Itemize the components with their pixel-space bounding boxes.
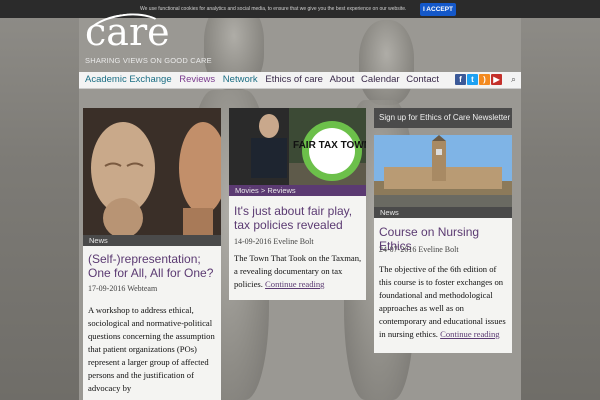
article-title[interactable]: (Self-)representation; One for All, All … xyxy=(88,252,216,280)
youtube-icon[interactable]: ▶ xyxy=(491,74,502,85)
article-card-nursing-ethics[interactable]: News Course on Nursing Ethics 24-07-2016… xyxy=(374,135,512,353)
article-image-fair-tax-town: FAIR TAX TOWN xyxy=(229,108,366,185)
article-meta: 17-09-2016 Webteam xyxy=(88,284,157,293)
accept-cookies-button[interactable]: I ACCEPT xyxy=(420,3,456,16)
nav-network[interactable]: Network xyxy=(223,74,258,85)
tag-movies[interactable]: Movies xyxy=(235,186,259,195)
article-title[interactable]: It's just about fair play, tax policies … xyxy=(234,204,362,232)
rss-icon[interactable]: ) xyxy=(479,74,490,85)
article-author: Webteam xyxy=(127,284,158,293)
article-excerpt: The Town That Took on the Taxman, a reve… xyxy=(234,252,362,291)
newsletter-signup-button[interactable]: Sign up for Ethics of Care Newsletter xyxy=(374,108,512,128)
article-image-library-building xyxy=(374,135,512,207)
continue-reading-link[interactable]: Continue reading xyxy=(265,279,324,289)
nav-reviews[interactable]: Reviews xyxy=(179,74,215,85)
nav-academic-exchange[interactable]: Academic Exchange xyxy=(85,74,172,85)
facebook-icon[interactable]: f xyxy=(455,74,466,85)
tag-separator: > xyxy=(260,186,266,195)
category-tag: Movies > Reviews xyxy=(229,185,366,196)
article-author: Eveline Bolt xyxy=(273,237,314,246)
article-excerpt: A workshop to address ethical, sociologi… xyxy=(88,305,215,393)
article-date: 17-09-2016 xyxy=(88,284,126,293)
article-meta: 14-09-2016 Eveline Bolt xyxy=(234,237,314,246)
article-author: Eveline Bolt xyxy=(418,245,459,254)
nav-calendar[interactable]: Calendar xyxy=(361,74,400,85)
site-logo[interactable]: care xyxy=(85,12,170,52)
twitter-icon[interactable]: t xyxy=(467,74,478,85)
article-meta: 24-07-2016 Eveline Bolt xyxy=(379,245,459,254)
article-image-heads xyxy=(83,108,221,235)
search-icon[interactable]: ⌕ xyxy=(508,74,519,85)
article-excerpt: The objective of the 6th edition of this… xyxy=(379,263,509,341)
statue-head-right xyxy=(359,20,414,105)
cookie-message: We use functional cookies for analytics … xyxy=(140,6,407,12)
article-date: 14-09-2016 xyxy=(234,237,272,246)
continue-reading-link[interactable]: Continue reading xyxy=(440,329,499,339)
category-tag[interactable]: News xyxy=(374,207,512,218)
nav-contact[interactable]: Contact xyxy=(406,74,439,85)
article-card-self-representation[interactable]: News (Self-)representation; One for All,… xyxy=(83,108,221,400)
article-excerpt-text: The objective of the 6th edition of this… xyxy=(379,264,506,339)
nav-ethics-of-care[interactable]: Ethics of care xyxy=(265,74,323,85)
article-date: 24-07-2016 xyxy=(379,245,417,254)
site-tagline: SHARING VIEWS ON GOOD CARE xyxy=(85,56,212,65)
nav-about[interactable]: About xyxy=(330,74,355,85)
image-sign-text: FAIR TAX TOWN xyxy=(293,140,366,151)
category-tag[interactable]: News xyxy=(83,235,221,246)
article-card-fair-play[interactable]: FAIR TAX TOWN Movies > Reviews It's just… xyxy=(229,108,366,300)
tag-reviews[interactable]: Reviews xyxy=(267,186,295,195)
